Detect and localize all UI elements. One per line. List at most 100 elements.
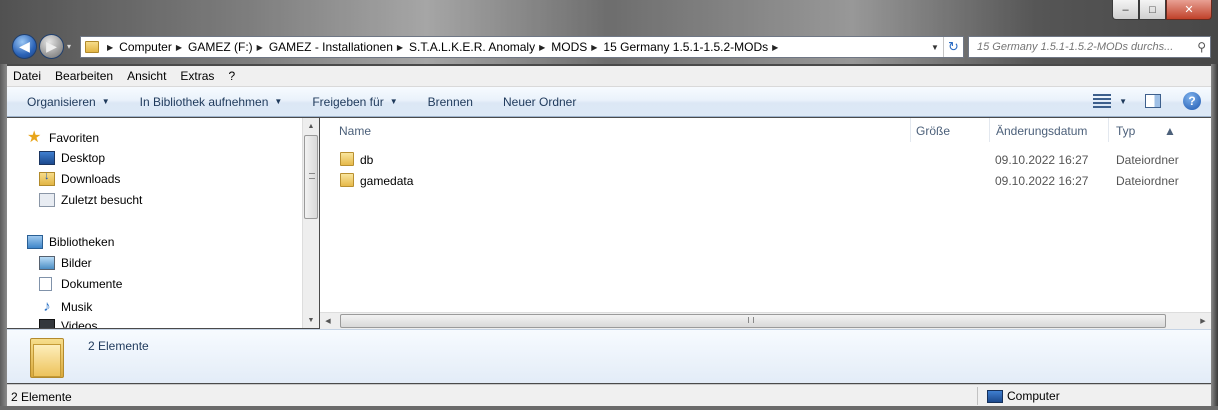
file-list-horizontal-scrollbar[interactable]: ◀ ▶ bbox=[320, 312, 1211, 329]
file-row[interactable]: db 09.10.2022 16:27 Dateiordner bbox=[320, 149, 1211, 170]
chevron-down-icon: ▼ bbox=[274, 97, 283, 106]
column-header-modified[interactable]: Änderungsdatum bbox=[996, 124, 1087, 138]
navigation-pane: ★Favoriten Desktop Downloads Zuletzt bes… bbox=[7, 118, 302, 328]
chevron-down-icon: ▼ bbox=[101, 97, 110, 106]
scroll-down-arrow-icon[interactable]: ▼ bbox=[303, 312, 319, 328]
nav-desktop[interactable]: Desktop bbox=[39, 151, 105, 165]
refresh-icon[interactable]: ↻ bbox=[943, 37, 963, 57]
recent-pages-dropdown[interactable]: ▾ bbox=[67, 42, 71, 51]
menu-help[interactable]: ? bbox=[228, 69, 235, 83]
nav-pictures[interactable]: Bilder bbox=[39, 256, 92, 270]
burn-button[interactable]: Brennen bbox=[428, 95, 473, 109]
file-date: 09.10.2022 16:27 bbox=[995, 174, 1089, 188]
file-name: gamedata bbox=[360, 174, 414, 188]
nav-recent-places[interactable]: Zuletzt besucht bbox=[39, 193, 142, 207]
file-list: Name Größe Änderungsdatum Typ ▲ db 09.10… bbox=[320, 118, 1211, 328]
menu-ansicht[interactable]: Ansicht bbox=[127, 69, 166, 83]
navigation-pane-scrollbar[interactable]: ▲ ▼ bbox=[302, 118, 319, 328]
breadcrumb-mods[interactable]: ▶ MODS bbox=[535, 37, 587, 57]
folder-icon bbox=[340, 173, 354, 187]
nav-favorites[interactable]: ★ Favoriten bbox=[27, 130, 99, 146]
grip-icon bbox=[309, 173, 315, 179]
chevron-right-icon[interactable]: ▶ bbox=[591, 43, 597, 52]
column-divider[interactable] bbox=[910, 118, 911, 142]
window-frame-right bbox=[1211, 64, 1218, 410]
chevron-right-icon[interactable]: ▶ bbox=[397, 43, 403, 52]
file-row[interactable]: gamedata 09.10.2022 16:27 Dateiordner bbox=[320, 170, 1211, 191]
close-button[interactable]: ✕ bbox=[1166, 0, 1212, 20]
column-header-size[interactable]: Größe bbox=[916, 124, 950, 138]
breadcrumb-current-folder[interactable]: ▶ 15 Germany 1.5.1-1.5.2-MODs ▶ bbox=[587, 37, 784, 57]
pictures-icon bbox=[39, 256, 55, 270]
search-icon[interactable]: ⚲ bbox=[1193, 40, 1210, 54]
address-history-dropdown[interactable]: ▼ bbox=[927, 37, 943, 57]
forward-arrow-icon: ▶ bbox=[46, 38, 57, 54]
file-type: Dateiordner bbox=[1116, 153, 1179, 167]
view-details-icon[interactable] bbox=[1093, 94, 1112, 108]
navigation-buttons: ◀ ▶ ▾ bbox=[12, 34, 71, 59]
new-folder-button[interactable]: Neuer Ordner bbox=[503, 95, 576, 109]
command-bar: Organisieren ▼ In Bibliothek aufnehmen ▼ F… bbox=[7, 87, 1211, 117]
sort-ascending-icon: ▲ bbox=[1164, 124, 1176, 138]
chevron-right-icon[interactable]: ▶ bbox=[772, 43, 778, 52]
back-button[interactable]: ◀ bbox=[12, 34, 37, 59]
nav-documents[interactable]: Dokumente bbox=[39, 277, 122, 291]
breadcrumb-computer[interactable]: ▶ Computer bbox=[103, 37, 172, 57]
nav-libraries[interactable]: Bibliotheken bbox=[27, 235, 114, 249]
details-pane: 2 Elemente bbox=[7, 329, 1211, 383]
file-date: 09.10.2022 16:27 bbox=[995, 153, 1089, 167]
preview-pane-icon[interactable] bbox=[1145, 94, 1161, 108]
nav-downloads[interactable]: Downloads bbox=[39, 170, 120, 186]
libraries-icon bbox=[27, 235, 43, 249]
star-icon: ★ bbox=[27, 129, 42, 146]
scrollbar-thumb[interactable] bbox=[304, 135, 318, 219]
window-frame-bottom bbox=[0, 406, 1218, 410]
scroll-left-arrow-icon[interactable]: ◀ bbox=[320, 313, 336, 329]
nav-videos[interactable]: Videos bbox=[39, 319, 97, 328]
chevron-down-icon: ▼ bbox=[389, 97, 398, 106]
column-header-type[interactable]: Typ bbox=[1116, 124, 1135, 138]
forward-button[interactable]: ▶ bbox=[39, 34, 64, 59]
computer-icon bbox=[987, 389, 1003, 403]
share-with-button[interactable]: Freigeben für ▼ bbox=[312, 95, 397, 109]
search-box[interactable]: ⚲ bbox=[968, 36, 1211, 58]
breadcrumb-drive[interactable]: ▶ GAMEZ (F:) bbox=[172, 37, 253, 57]
help-icon[interactable]: ? bbox=[1183, 92, 1201, 110]
grip-icon bbox=[748, 317, 754, 323]
scroll-up-arrow-icon[interactable]: ▲ bbox=[303, 118, 319, 134]
menu-extras[interactable]: Extras bbox=[180, 69, 214, 83]
nav-music[interactable]: ♪ Musik bbox=[39, 298, 92, 315]
maximize-button[interactable]: □ bbox=[1139, 0, 1166, 20]
chevron-right-icon[interactable]: ▶ bbox=[539, 43, 545, 52]
column-header-name[interactable]: Name bbox=[339, 124, 371, 138]
recent-places-icon bbox=[39, 193, 55, 207]
column-divider[interactable] bbox=[989, 118, 990, 142]
breadcrumb-installationen[interactable]: ▶ GAMEZ - Installationen bbox=[253, 37, 393, 57]
menu-datei[interactable]: Datei bbox=[13, 69, 41, 83]
view-options-dropdown[interactable]: ▼ bbox=[1119, 97, 1127, 106]
breadcrumb-anomaly[interactable]: ▶ S.T.A.L.K.E.R. Anomaly bbox=[393, 37, 535, 57]
chevron-right-icon[interactable]: ▶ bbox=[257, 43, 263, 52]
menu-bearbeiten[interactable]: Bearbeiten bbox=[55, 69, 113, 83]
column-headers: Name Größe Änderungsdatum Typ ▲ bbox=[320, 118, 1211, 143]
folder-icon bbox=[85, 41, 99, 53]
status-location: Computer bbox=[987, 389, 1060, 403]
chevron-right-icon[interactable]: ▶ bbox=[176, 43, 182, 52]
back-arrow-icon: ◀ bbox=[19, 38, 30, 54]
minimize-button[interactable]: – bbox=[1112, 0, 1139, 20]
add-to-library-button[interactable]: In Bibliothek aufnehmen ▼ bbox=[140, 95, 283, 109]
column-divider[interactable] bbox=[1108, 118, 1109, 142]
file-name: db bbox=[360, 153, 374, 167]
window-frame-left bbox=[0, 64, 7, 410]
organize-button[interactable]: Organisieren ▼ bbox=[27, 95, 110, 109]
search-input[interactable] bbox=[977, 41, 1194, 53]
desktop-icon bbox=[39, 151, 55, 165]
chevron-right-icon[interactable]: ▶ bbox=[107, 43, 113, 52]
folder-icon bbox=[30, 336, 64, 378]
downloads-folder-icon bbox=[39, 170, 55, 186]
item-count: 2 Elemente bbox=[88, 339, 149, 353]
scroll-right-arrow-icon[interactable]: ▶ bbox=[1195, 313, 1211, 329]
documents-icon bbox=[39, 277, 52, 291]
address-bar[interactable]: ▶ Computer ▶ GAMEZ (F:) ▶ GAMEZ - Installat… bbox=[80, 36, 964, 58]
window-controls: – □ ✕ bbox=[1112, 0, 1212, 20]
